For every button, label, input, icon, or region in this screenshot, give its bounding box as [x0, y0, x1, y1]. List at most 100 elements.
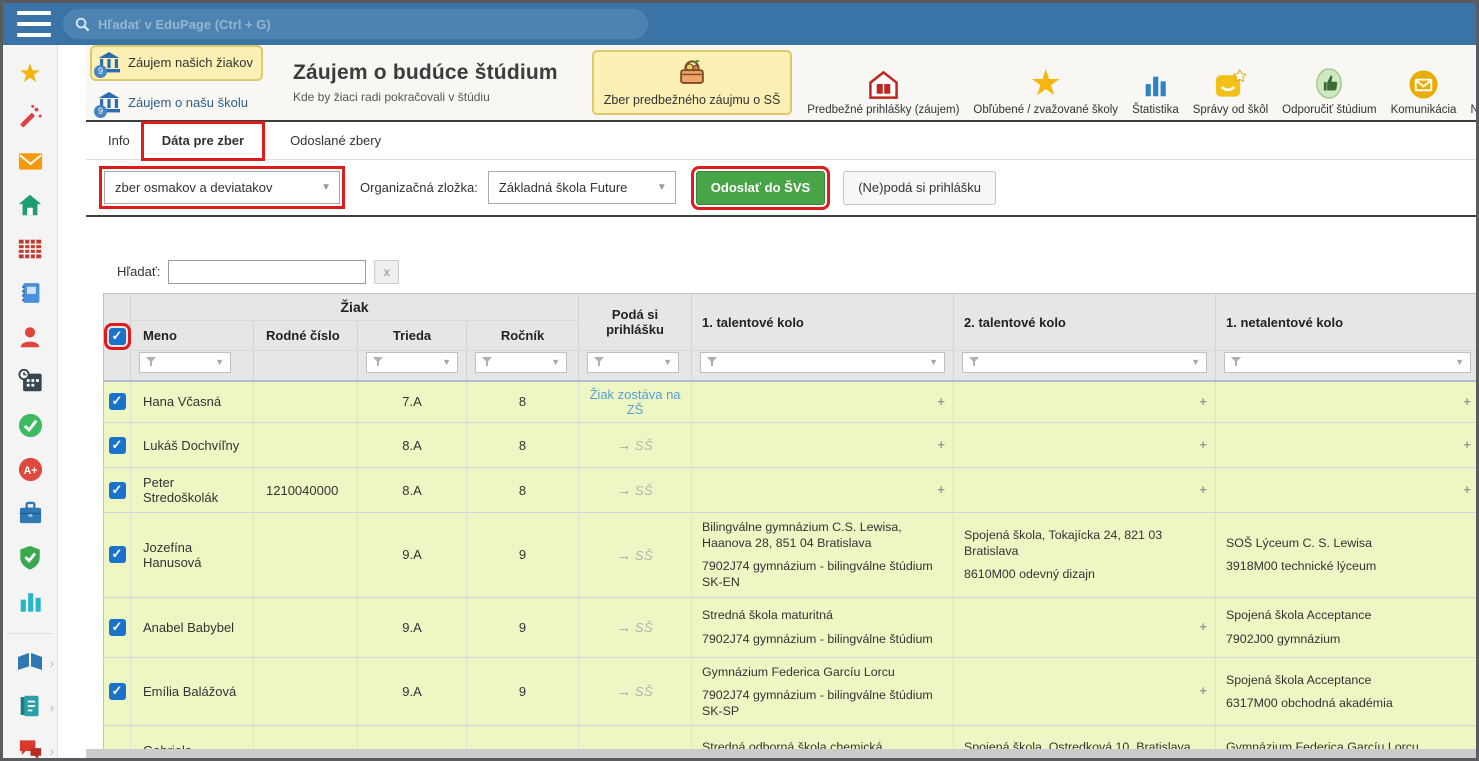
reports-doc-icon[interactable]: ›: [15, 692, 45, 720]
attendance-check-icon[interactable]: [15, 411, 45, 439]
collection-select[interactable]: zber osmakov a deviatakov ▼: [104, 171, 340, 204]
col-header-rodne-cislo[interactable]: Rodné číslo: [254, 321, 358, 351]
grades-aplus-icon[interactable]: A+: [15, 455, 45, 483]
row-checkbox[interactable]: [109, 683, 126, 700]
status-ss[interactable]: →SŠ: [579, 597, 692, 657]
kolo1-cell[interactable]: Stredná škola maturitná7902J74 gymnázium…: [692, 597, 954, 657]
filter-rocnik[interactable]: ▼: [467, 351, 579, 381]
filter-trieda[interactable]: ▼: [358, 351, 467, 381]
briefcase-icon[interactable]: [15, 499, 45, 527]
status-stays-link[interactable]: Žiak zostáva na ZŠ: [589, 387, 680, 417]
tab-odoslane-zbery[interactable]: Odoslané zbery: [274, 126, 397, 156]
org-unit-select[interactable]: Základná škola Future ▼: [488, 171, 676, 204]
mail-icon[interactable]: [15, 147, 45, 175]
kolo3-cell[interactable]: Spojená škola Acceptance6317M00 obchodná…: [1216, 657, 1476, 725]
col-header-kolo3[interactable]: 1. netalentové kolo: [1216, 294, 1476, 351]
students-table-wrapper: Žiak Podá si prihlášku 1. talentové kolo…: [103, 293, 1476, 758]
kolo3-cell[interactable]: Spojená škola Acceptance7902J00 gymnáziu…: [1216, 597, 1476, 657]
global-search-input[interactable]: [98, 17, 636, 32]
col-header-poda[interactable]: Podá si prihlášku: [579, 294, 692, 351]
kolo3-cell[interactable]: +: [1216, 381, 1476, 423]
add-icon[interactable]: +: [1463, 482, 1471, 499]
kolo3-cell[interactable]: +: [1216, 423, 1476, 468]
row-checkbox[interactable]: [109, 546, 126, 563]
optout-application-button[interactable]: (Ne)podá si prihlášku: [843, 171, 996, 205]
kolo2-cell[interactable]: +: [954, 657, 1216, 725]
kolo2-cell[interactable]: +: [954, 597, 1216, 657]
filter-kolo2[interactable]: ▼: [954, 351, 1216, 381]
tool-settings[interactable]: ⚙⚙ Nastavenia: [1470, 50, 1476, 116]
status-ss[interactable]: →SŠ: [579, 468, 692, 513]
add-icon[interactable]: +: [1463, 394, 1471, 411]
calendar-clock-icon[interactable]: [15, 367, 45, 395]
tool-preliminary-applications[interactable]: Predbežné prihlášky (záujem): [807, 50, 959, 116]
kolo1-cell[interactable]: +: [692, 423, 954, 468]
kolo2-cell[interactable]: +: [954, 468, 1216, 513]
kolo1-cell[interactable]: Bilingválne gymnázium C.S. Lewisa, Haano…: [692, 513, 954, 598]
class-cell: 7.A: [358, 381, 467, 423]
kolo2-cell[interactable]: Spojená škola, Tokajícka 24, 821 03 Brat…: [954, 513, 1216, 598]
row-checkbox[interactable]: [109, 393, 126, 410]
notebook-icon[interactable]: [15, 279, 45, 307]
nav-interest-in-our-school[interactable]: 9 Záujem o našu školu: [90, 85, 263, 121]
statistics-bars-icon[interactable]: [15, 587, 45, 615]
clear-search-icon[interactable]: x: [374, 260, 399, 284]
add-icon[interactable]: +: [1199, 619, 1207, 636]
kolo1-cell[interactable]: +: [692, 468, 954, 513]
edupage-window: ★ A+ › › › 9 Záujem našic: [0, 0, 1479, 761]
timetable-grid-icon[interactable]: [15, 235, 45, 263]
kolo3-cell[interactable]: SOŠ Lýceum C. S. Lewisa3918M00 technické…: [1216, 513, 1476, 598]
discussion-bubbles-icon[interactable]: ›: [15, 736, 45, 758]
library-book-icon[interactable]: ›: [15, 648, 45, 676]
kolo1-cell[interactable]: Gymnázium Federica Garcíu Lorcu7902J74 g…: [692, 657, 954, 725]
filter-meno[interactable]: ▼: [131, 351, 254, 381]
tab-data-pre-zber[interactable]: Dáta pre zber: [146, 126, 260, 156]
kolo1-cell[interactable]: +: [692, 381, 954, 423]
magic-wand-icon[interactable]: [15, 103, 45, 131]
add-icon[interactable]: +: [1199, 394, 1207, 411]
tool-collect-preliminary-interest[interactable]: Zber predbežného záujmu o SŠ: [592, 50, 793, 115]
row-checkbox[interactable]: [109, 437, 126, 454]
add-icon[interactable]: +: [937, 482, 945, 499]
row-checkbox[interactable]: [109, 482, 126, 499]
kolo2-cell[interactable]: +: [954, 381, 1216, 423]
tool-statistics[interactable]: Štatistika: [1132, 50, 1179, 116]
row-checkbox[interactable]: [109, 619, 126, 636]
filter-kolo3[interactable]: ▼: [1216, 351, 1476, 381]
tool-messages-from-schools[interactable]: Správy od škôl: [1193, 50, 1268, 116]
horizontal-scrollbar[interactable]: [86, 749, 1476, 758]
tab-info[interactable]: Info: [92, 126, 146, 156]
tool-communication[interactable]: Komunikácia: [1391, 50, 1457, 116]
kolo3-cell[interactable]: +: [1216, 468, 1476, 513]
filter-kolo1[interactable]: ▼: [692, 351, 954, 381]
hamburger-menu-icon[interactable]: [17, 11, 51, 37]
star-icon[interactable]: ★: [15, 59, 45, 87]
add-icon[interactable]: +: [1463, 437, 1471, 454]
tool-recommend-study[interactable]: Odporučiť štúdium: [1282, 50, 1376, 116]
message-star-icon: [1214, 62, 1247, 100]
add-icon[interactable]: +: [1199, 482, 1207, 499]
filter-poda[interactable]: ▼: [579, 351, 692, 381]
substitution-person-icon[interactable]: [15, 323, 45, 351]
kolo2-cell[interactable]: +: [954, 423, 1216, 468]
add-icon[interactable]: +: [1199, 683, 1207, 700]
add-icon[interactable]: +: [1199, 437, 1207, 454]
col-header-trieda[interactable]: Trieda: [358, 321, 467, 351]
add-icon[interactable]: +: [937, 394, 945, 411]
status-ss[interactable]: →SŠ: [579, 513, 692, 598]
col-header-meno[interactable]: Meno: [131, 321, 254, 351]
shield-check-icon[interactable]: [15, 543, 45, 571]
add-icon[interactable]: +: [937, 437, 945, 454]
tool-favorite-schools[interactable]: ★ Obľúbené / zvažované školy: [973, 50, 1118, 116]
status-ss[interactable]: →SŠ: [579, 657, 692, 725]
select-all-checkbox[interactable]: [109, 328, 126, 345]
home-icon[interactable]: [15, 191, 45, 219]
col-header-kolo2[interactable]: 2. talentové kolo: [954, 294, 1216, 351]
nav-our-students-interest[interactable]: 9 Záujem našich žiakov: [90, 45, 263, 81]
send-to-svs-button[interactable]: Odoslať do ŠVS: [696, 171, 825, 205]
global-search[interactable]: [63, 9, 648, 39]
status-ss[interactable]: →SŠ: [579, 423, 692, 468]
col-header-kolo1[interactable]: 1. talentové kolo: [692, 294, 954, 351]
table-search-input[interactable]: [168, 260, 366, 284]
col-header-rocnik[interactable]: Ročník: [467, 321, 579, 351]
